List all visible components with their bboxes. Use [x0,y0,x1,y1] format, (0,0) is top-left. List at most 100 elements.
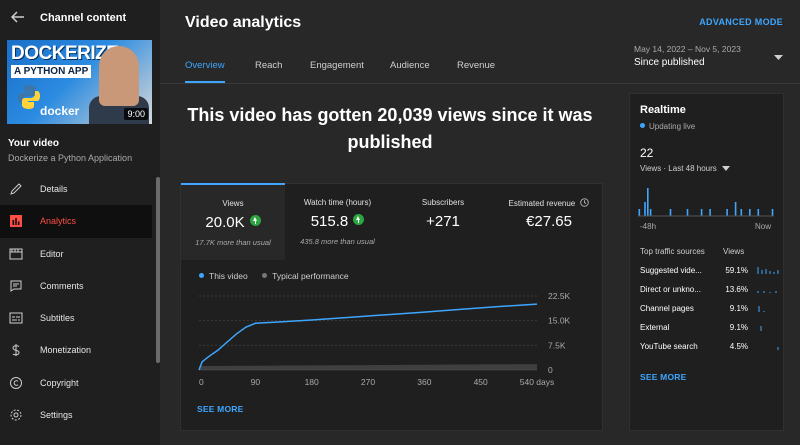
sidebar-item-copyright[interactable]: Copyright [0,367,152,399]
subtitles-icon [9,312,23,324]
sidebar-item-label: Settings [40,410,73,421]
tab-overview[interactable]: Overview [185,60,225,71]
realtime-status: Updating live [640,122,695,131]
traffic-source-row[interactable]: Channel pages 9.1% [640,304,780,320]
traffic-source-row[interactable]: YouTube search 4.5% [640,342,780,358]
traffic-source-row[interactable]: External 9.1% [640,323,780,339]
tab-engagement[interactable]: Engagement [310,60,364,71]
analytics-icon [10,215,22,228]
traffic-source-row[interactable]: Direct or unkno... 13.6% [640,285,780,301]
x-tick-label: 540 days [520,377,555,387]
realtime-see-more-button[interactable]: SEE MORE [640,372,686,382]
traffic-sources-header: Top traffic sources [640,247,705,256]
dollar-icon [12,344,20,357]
this-video-line [198,303,538,371]
legend-swatch-this-video [199,273,204,278]
advanced-mode-button[interactable]: ADVANCED MODE [699,17,783,27]
metric-value: €27.65 [526,213,572,230]
metric-subscribers[interactable]: Subscribers +271 [390,184,496,259]
realtime-bar [749,209,751,216]
traffic-source-pct: 13.6% [725,285,748,294]
sidebar-title: Channel content [40,12,127,24]
presenter-face [99,46,139,106]
metric-value: 515.8 [310,213,349,230]
overview-card: Views 20.0K 17.7K more than usual Watch … [180,183,603,431]
tab-revenue[interactable]: Revenue [457,60,495,71]
realtime-bar-chart [638,188,774,217]
sidebar-item-editor[interactable]: Editor [0,238,152,270]
realtime-status-text: Updating live [649,122,696,131]
views-line-chart: 0 7.5K 15.0K 22.5K 0 90 180 270 360 450 540 days [198,291,571,387]
clock-icon [580,198,590,207]
chart-legend: This video Typical performance [199,271,349,281]
sidebar-item-analytics[interactable]: Analytics [0,205,152,238]
caret-down-icon[interactable] [774,55,783,61]
sparkline-icon [758,306,765,312]
your-video-label: Your video [8,138,59,149]
python-logo-icon [18,85,40,109]
sparkline-icon [757,291,777,293]
realtime-bar [726,209,728,216]
y-tick-label: 7.5K [548,340,566,350]
back-arrow-icon[interactable] [10,9,26,25]
main-panel: Video analytics ADVANCED MODE Overview R… [160,0,800,445]
views-headline: This video has gotten 20,039 views since… [187,105,593,152]
realtime-bar [638,209,641,216]
tab-audience[interactable]: Audience [390,60,430,71]
sidebar-item-subtitles[interactable]: Subtitles [0,302,152,334]
realtime-bar [644,202,646,216]
metric-value: 20.0K [205,214,245,231]
legend-this-video: This video [209,271,248,281]
x-tick-label: 0 [199,377,204,387]
date-range-label[interactable]: May 14, 2022 – Nov 5, 2023 [634,44,741,54]
sidebar-header: Channel content [0,0,160,36]
metric-title: Subscribers [421,198,465,207]
sparkline-icon [757,267,779,274]
realtime-bar [734,202,737,216]
metric-watch-time[interactable]: Watch time (hours) 515.8 435.8 more than… [285,184,390,259]
traffic-source-name: Direct or unkno... [640,285,701,294]
realtime-bar [709,209,711,216]
period-selector[interactable]: Since published [634,57,705,68]
video-thumbnail[interactable]: DOCKERIZE A PYTHON APP docker 9:00 [7,40,152,124]
sidebar-item-settings[interactable]: Settings [0,399,152,431]
x-tick-label: 450 [474,377,488,387]
realtime-bar [700,209,703,216]
tab-reach[interactable]: Reach [255,60,282,71]
metric-revenue[interactable]: Estimated revenue €27.65 [496,184,602,259]
sidebar-item-label: Subtitles [40,313,75,324]
sidebar-item-label: Analytics [40,216,77,227]
sidebar: Channel content DOCKERIZE A PYTHON APP d… [0,0,160,445]
x-tick-label: 360 [417,377,431,387]
traffic-source-pct: 59.1% [725,266,748,275]
metric-value-row: 20.0K [181,214,285,231]
trend-up-icon [353,214,365,225]
video-title: Dockerize a Python Application [8,153,133,163]
realtime-period-selector[interactable]: Views · Last 48 hours [640,164,731,173]
typical-performance-band [199,364,537,370]
traffic-source-pct: 4.5% [729,342,748,351]
sidebar-item-monetization[interactable]: Monetization [0,334,152,366]
y-tick-label: 22.5K [548,291,571,301]
y-tick-label: 0 [548,365,553,375]
traffic-source-name: Channel pages [640,304,694,313]
sidebar-item-label: Monetization [40,345,92,356]
traffic-source-name: External [640,323,670,332]
realtime-bar [686,209,689,216]
realtime-period: Views · Last 48 hours [640,164,717,173]
see-more-button[interactable]: SEE MORE [197,404,243,414]
copyright-icon [10,376,22,389]
metric-comparison: 17.7K more than usual [195,238,271,247]
docker-logo-text: docker [40,104,80,118]
realtime-card: Realtime Updating live 22 Views · Last 4… [629,93,784,431]
metric-value: +271 [426,213,460,230]
gear-icon [10,409,22,421]
metric-views[interactable]: Views 20.0K 17.7K more than usual [181,183,285,260]
pencil-icon [10,183,22,195]
caret-down-icon [722,166,731,171]
traffic-source-row[interactable]: Suggested vide... 59.1% [640,266,780,282]
video-duration: 9:00 [124,108,148,120]
sidebar-item-comments[interactable]: Comments [0,270,152,302]
sidebar-item-details[interactable]: Details [0,173,152,205]
sparkline-icon [760,326,762,331]
